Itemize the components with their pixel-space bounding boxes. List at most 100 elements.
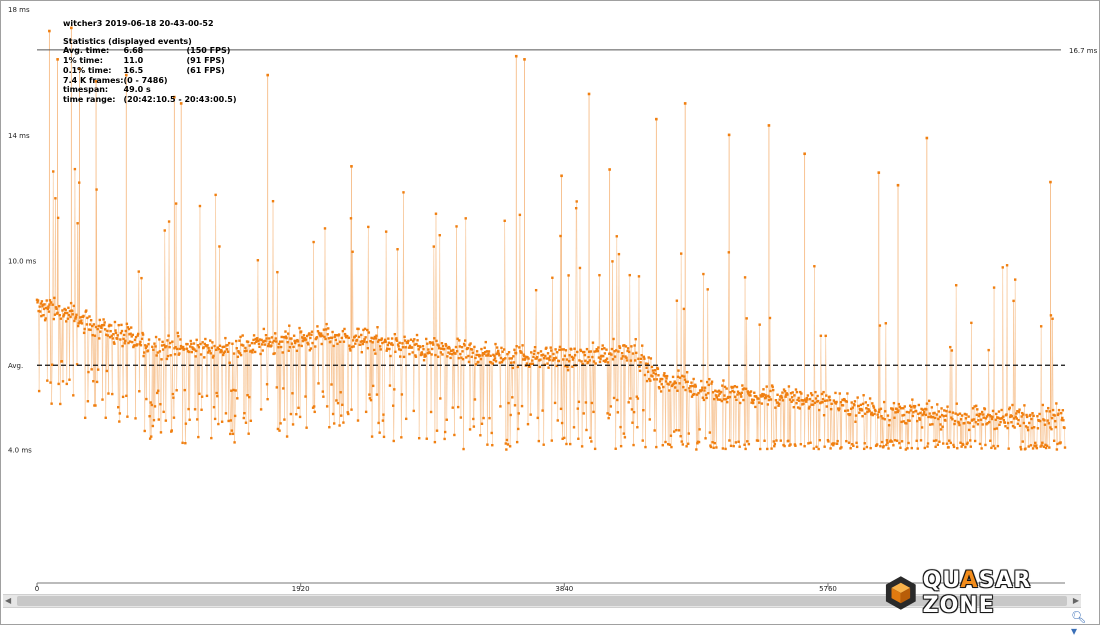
- frame-point: [158, 338, 161, 341]
- frame-point: [610, 347, 614, 351]
- frame-stem: [296, 350, 298, 415]
- frame-point: [415, 333, 419, 337]
- frame-point: [199, 353, 203, 356]
- frame-point: [798, 407, 801, 410]
- frame-point: [939, 428, 943, 431]
- frame-point: [876, 413, 879, 416]
- frame-point: [456, 405, 460, 409]
- frame-point: [806, 398, 809, 401]
- frame-point: [113, 342, 116, 345]
- frame-stem: [730, 386, 732, 446]
- frame-stem: [91, 326, 93, 370]
- stats-row: Avg. time: 6.68 (150 FPS): [63, 46, 237, 56]
- spike-point: [608, 168, 611, 171]
- frame-point: [1022, 413, 1025, 416]
- frame-point: [229, 419, 232, 422]
- frame-stem: [97, 325, 100, 370]
- frame-point: [177, 334, 180, 338]
- frame-point: [491, 443, 494, 447]
- frame-point: [669, 434, 673, 437]
- frame-point: [943, 409, 946, 412]
- frame-point: [307, 343, 310, 346]
- frame-point: [890, 440, 893, 443]
- frame-point: [387, 341, 391, 344]
- frame-point: [217, 422, 220, 426]
- frame-point: [990, 446, 993, 450]
- frame-point: [811, 399, 814, 403]
- frame-point: [140, 276, 143, 280]
- frame-point: [856, 396, 859, 399]
- frame-point: [828, 395, 831, 398]
- frame-point: [998, 423, 1001, 426]
- frame-stem: [215, 349, 218, 394]
- frame-point: [567, 274, 570, 277]
- spike-point: [877, 171, 881, 174]
- frame-point: [210, 436, 213, 440]
- frame-point: [903, 413, 906, 417]
- frame-stem: [229, 362, 231, 434]
- frame-stem: [599, 275, 601, 362]
- frame-point: [892, 444, 895, 447]
- spike-point: [560, 174, 563, 178]
- frame-point: [60, 360, 64, 363]
- frame-point: [413, 338, 416, 341]
- frame-point: [432, 343, 435, 346]
- frame-point: [573, 347, 576, 350]
- frame-point: [368, 393, 371, 396]
- frame-point: [428, 351, 431, 355]
- frame-point: [800, 392, 803, 395]
- frame-point: [771, 385, 774, 389]
- frame-point: [249, 419, 253, 423]
- frame-point: [996, 444, 1000, 448]
- frame-point: [596, 349, 600, 353]
- frame-point: [747, 442, 751, 446]
- frame-stem: [221, 346, 223, 422]
- spike-point: [767, 124, 771, 127]
- frame-point: [764, 396, 768, 399]
- frame-point: [131, 333, 135, 337]
- frame-point: [861, 415, 864, 418]
- frame-point: [802, 402, 805, 405]
- frame-point: [1010, 421, 1013, 424]
- frame-point: [825, 394, 828, 397]
- frame-point: [625, 356, 628, 359]
- frame-point: [198, 204, 202, 208]
- frame-point: [645, 366, 648, 369]
- frame-point: [735, 385, 739, 389]
- frame-point: [656, 367, 660, 371]
- frame-point: [93, 334, 97, 337]
- stats-title: witcher3 2019-06-18 20-43-00-52: [63, 19, 214, 28]
- frame-point: [189, 339, 192, 343]
- frame-point: [105, 369, 109, 373]
- frame-point: [598, 273, 601, 277]
- frame-point: [569, 442, 572, 446]
- frame-stem: [343, 341, 345, 423]
- frame-point: [432, 245, 436, 248]
- frame-point: [545, 357, 549, 360]
- frame-point: [701, 386, 704, 389]
- frame-point: [881, 417, 884, 420]
- frame-point: [101, 398, 104, 401]
- frame-point: [709, 445, 713, 449]
- frame-stem: [671, 385, 673, 448]
- frame-point: [1053, 414, 1056, 417]
- scroll-left-arrow-icon[interactable]: ◀: [5, 596, 11, 606]
- frame-stem: [168, 221, 170, 348]
- frame-point: [671, 375, 675, 379]
- frame-stem: [698, 393, 700, 443]
- frame-stem: [591, 357, 593, 403]
- frame-point: [665, 377, 668, 380]
- frame-stem: [182, 347, 184, 443]
- frame-point: [474, 356, 477, 360]
- frame-point: [322, 395, 325, 398]
- frame-point: [546, 352, 550, 355]
- frame-point: [927, 415, 930, 419]
- frame-point: [552, 352, 555, 356]
- frame-point: [944, 414, 948, 417]
- frame-point: [641, 439, 644, 442]
- frame-point: [65, 382, 68, 386]
- frame-point: [607, 416, 610, 420]
- frame-point: [565, 442, 568, 446]
- frame-point: [1047, 422, 1050, 425]
- frame-point: [111, 337, 114, 340]
